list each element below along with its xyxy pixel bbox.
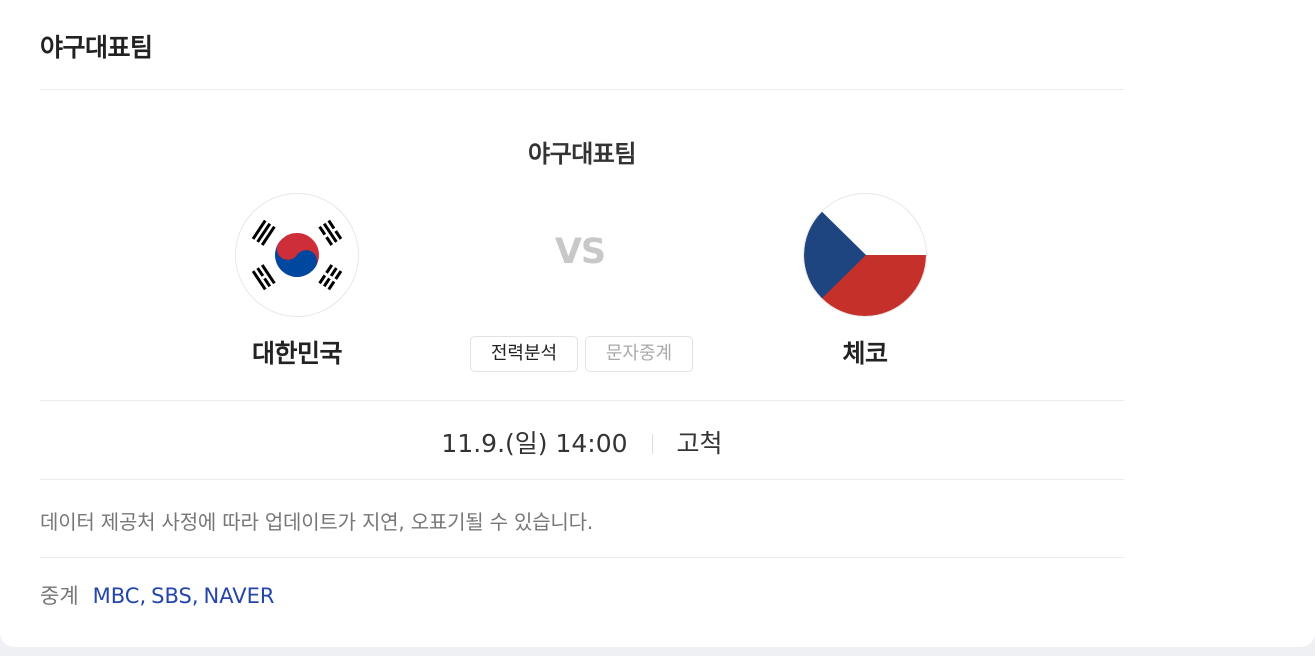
away-team-name[interactable]: 체코 xyxy=(765,334,965,370)
divider xyxy=(40,400,1124,401)
text-relay-button[interactable]: 문자중계 xyxy=(585,336,693,372)
channel-separator: , xyxy=(191,584,199,608)
broadcast-channel-sbs[interactable]: SBS xyxy=(151,584,192,608)
match-schedule: 11.9.(일) 14:00 고척 xyxy=(40,424,1124,460)
analysis-button[interactable]: 전력분석 xyxy=(470,336,578,372)
section-title: 야구대표팀 xyxy=(40,33,153,62)
divider xyxy=(40,89,1124,90)
home-team-name[interactable]: 대한민국 xyxy=(197,334,397,370)
czech-flag-icon[interactable] xyxy=(803,193,927,317)
broadcast-channel-naver[interactable]: NAVER xyxy=(204,584,275,608)
divider xyxy=(40,557,1124,558)
match-venue: 고척 xyxy=(676,429,723,458)
separator xyxy=(651,434,653,454)
broadcast-label: 중계 xyxy=(40,584,79,608)
match-title: 야구대표팀 xyxy=(528,140,636,168)
broadcast-channel-mbc[interactable]: MBC xyxy=(93,584,140,608)
schedule-card: 야구대표팀 야구대표팀 대한민국 VS 전력분석 문자중계 체코 11.9.(일… xyxy=(0,0,1315,647)
data-notice: 데이터 제공처 사정에 따라 업데이트가 지연, 오표기될 수 있습니다. xyxy=(40,510,593,534)
channel-separator: , xyxy=(139,584,147,608)
vs-label: VS xyxy=(554,232,606,272)
match-datetime: 11.9.(일) 14:00 xyxy=(441,429,628,458)
broadcast-info: 중계 MBC, SBS, NAVER xyxy=(40,580,275,610)
south-korea-flag-icon[interactable] xyxy=(235,193,359,317)
divider xyxy=(40,479,1124,480)
